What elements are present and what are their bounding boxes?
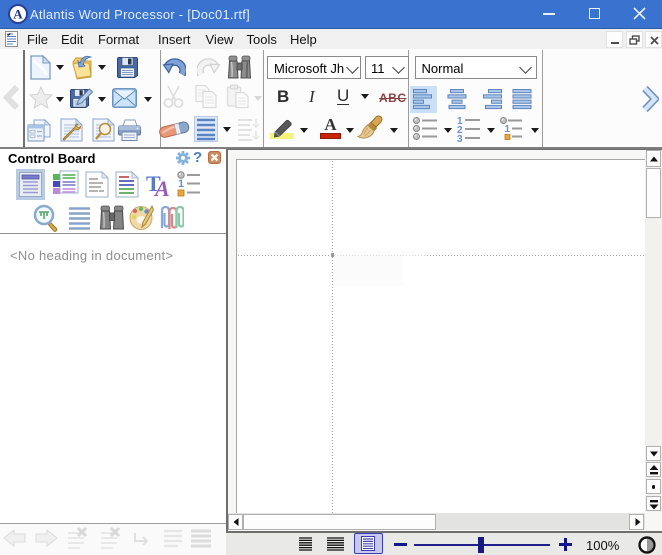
svg-text:1: 1 <box>505 124 511 135</box>
svg-text:1: 1 <box>178 178 184 190</box>
svg-text:A: A <box>13 7 23 22</box>
svg-text:A: A <box>153 176 170 198</box>
svg-text:3: 3 <box>457 134 463 142</box>
